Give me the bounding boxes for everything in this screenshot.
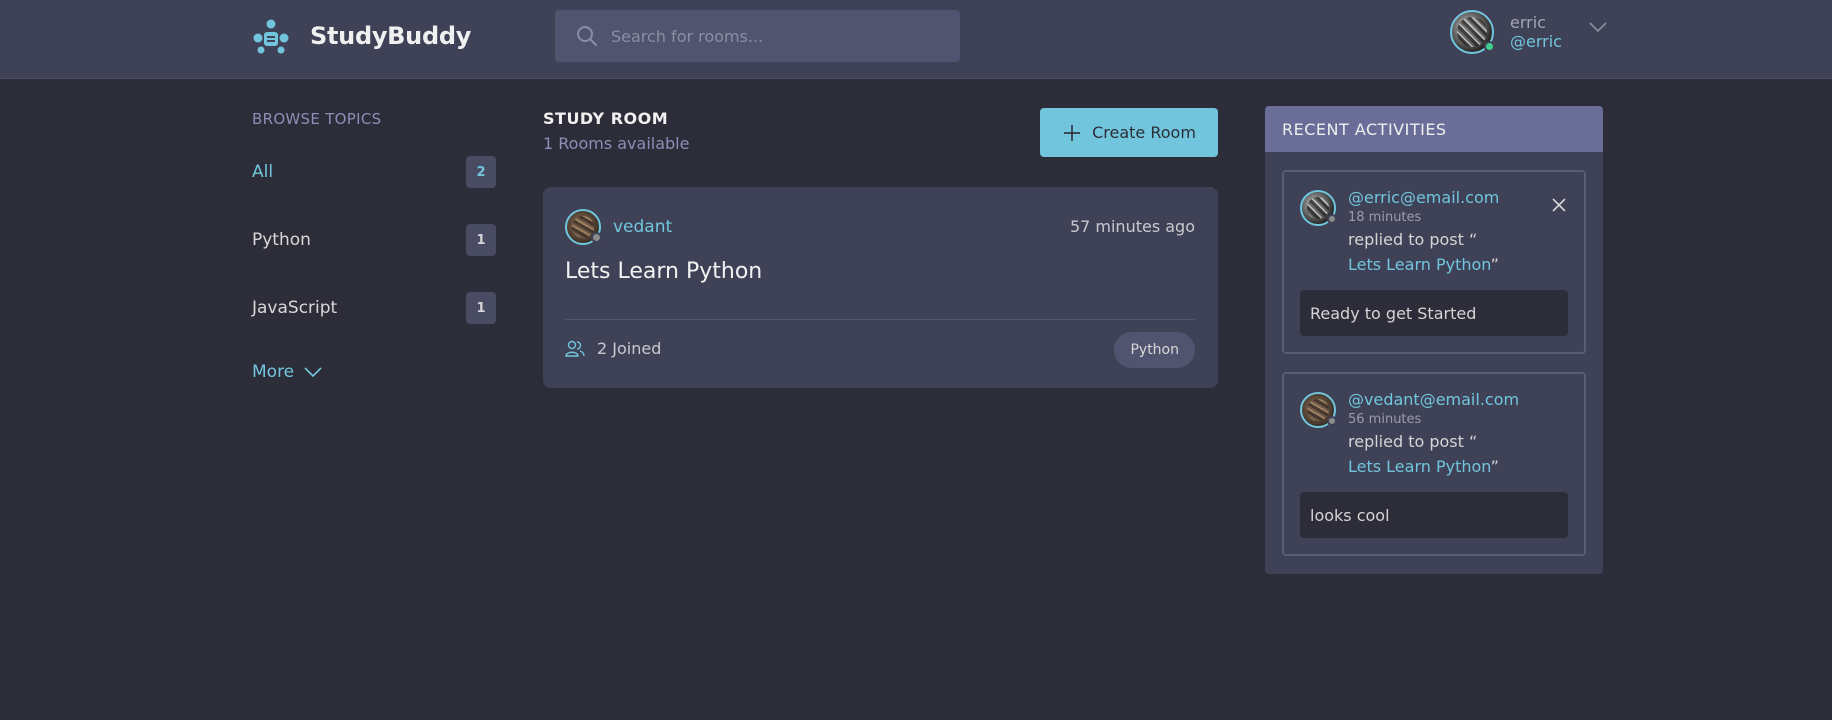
brand-logo[interactable]: StudyBuddy [252,18,471,54]
room-timestamp: 57 minutes ago [1069,217,1195,236]
activity-action: replied to post “ [1348,230,1478,249]
room-card[interactable]: vedant 57 minutes ago Lets Learn Python … [543,187,1218,388]
top-navbar: StudyBuddy erric @erric [0,0,1832,79]
activity-time: 56 minutes [1348,412,1422,427]
rooms-available-count: 1 Rooms available [543,134,690,153]
room-topic-tag[interactable]: Python [1114,332,1195,368]
room-host[interactable]: vedant [565,209,672,245]
activity-item: @erric@email.com 18 minutes replied to p… [1282,170,1586,354]
search-input[interactable] [611,26,951,46]
activity-action: replied to post “ [1348,432,1478,451]
quote-close: ” [1490,457,1499,476]
topic-count-badge: 2 [466,156,496,188]
joined-count: 2 Joined [597,339,662,358]
activity-user-avatar[interactable] [1300,190,1337,226]
topic-label: All [252,162,274,182]
activity-user-link[interactable]: @erric@email.com [1348,188,1499,207]
search-bar[interactable] [555,10,960,62]
create-room-button[interactable]: Create Room [1040,108,1218,157]
topic-item-all[interactable]: All 2 [252,156,496,188]
create-room-label: Create Room [1092,123,1196,142]
topic-label: JavaScript [252,298,338,318]
offline-status-indicator [1327,214,1337,224]
activity-post-link[interactable]: Lets Learn Python [1348,457,1491,476]
room-name-link[interactable]: Lets Learn Python [565,259,762,284]
brand-name: StudyBuddy [310,22,472,50]
room-participants[interactable]: 2 Joined [565,339,661,358]
activity-post: Lets Learn Python” [1348,457,1499,476]
activity-user-link[interactable]: @vedant@email.com [1348,390,1519,409]
more-topics-link[interactable]: More [252,362,322,382]
offline-status-indicator [591,232,602,243]
chevron-down-icon[interactable] [1588,17,1608,37]
card-divider [565,319,1195,320]
activity-message: looks cool [1300,492,1568,538]
user-avatar[interactable] [1450,10,1495,54]
close-icon[interactable] [1550,196,1568,214]
study-room-heading: STUDY ROOM 1 Rooms available [543,109,689,153]
activity-post-link[interactable]: Lets Learn Python [1348,255,1491,274]
plus-icon [1064,124,1081,141]
more-label: More [252,362,295,382]
activity-time: 18 minutes [1348,210,1422,225]
quote-close: ” [1490,255,1499,274]
topic-count-badge: 1 [466,292,496,324]
activity-user-avatar[interactable] [1300,392,1337,428]
chevron-down-icon [304,367,322,378]
offline-status-indicator [1327,416,1337,426]
browse-topics-title: BROWSE TOPICS [252,110,382,128]
host-avatar[interactable] [565,209,602,245]
user-handle: @erric [1510,32,1562,51]
topic-item-javascript[interactable]: JavaScript 1 [252,292,496,324]
topic-item-python[interactable]: Python 1 [252,224,496,256]
topic-count-badge: 1 [466,224,496,256]
recent-activities-panel: RECENT ACTIVITIES @erric@email.com 18 mi… [1265,106,1603,574]
users-icon [565,340,585,357]
activity-message: Ready to get Started [1300,290,1568,336]
studybuddy-logo-icon [253,19,289,54]
user-menu[interactable]: erric @erric [1450,10,1608,54]
user-name: erric [1510,13,1546,32]
activity-item: @vedant@email.com 56 minutes replied to … [1282,372,1586,556]
topic-label: Python [252,230,311,250]
page-title: STUDY ROOM [543,109,669,128]
activities-title: RECENT ACTIVITIES [1265,106,1603,152]
online-status-indicator [1484,41,1495,52]
host-name-link[interactable]: vedant [613,217,672,237]
search-icon [577,26,597,46]
activity-post: Lets Learn Python” [1348,255,1499,274]
